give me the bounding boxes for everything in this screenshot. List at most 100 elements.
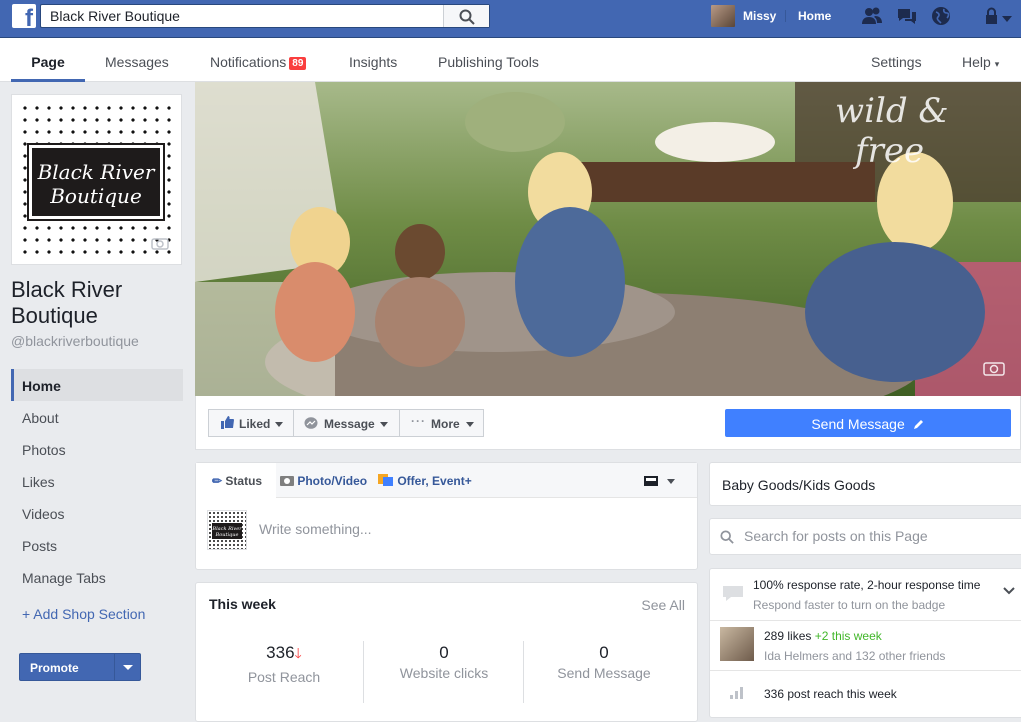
stat-value: 0 <box>439 643 449 662</box>
likes-this-week: +2 this week <box>814 629 882 643</box>
page-search-input[interactable] <box>744 528 1014 544</box>
see-all-link[interactable]: See All <box>641 597 685 613</box>
add-shop-section-link[interactable]: + Add Shop Section <box>22 606 145 622</box>
camera-icon[interactable] <box>983 360 1005 376</box>
page-nav: Page Messages Notifications 89 Insights P… <box>0 38 1021 82</box>
response-badge-hint: Respond faster to turn on the badge <box>753 598 946 612</box>
sidebar-item-photos[interactable]: Photos <box>11 433 183 465</box>
chat-bubble-icon <box>723 586 743 601</box>
menu-caret-icon[interactable] <box>998 8 1016 28</box>
liked-label: Liked <box>239 417 271 431</box>
tab-settings[interactable]: Settings <box>871 54 922 70</box>
tab-offer-event[interactable]: Offer, Event+ <box>378 474 472 488</box>
tab-notifications-label: Notifications <box>210 54 287 70</box>
chevron-down-icon[interactable] <box>1003 587 1015 595</box>
liked-button[interactable]: Liked <box>208 409 294 437</box>
globe-icon[interactable] <box>930 6 952 26</box>
send-message-button[interactable]: Send Message <box>725 409 1011 437</box>
pencil-icon: ✏ <box>212 474 223 488</box>
search-button[interactable] <box>443 5 489 27</box>
tab-insights[interactable]: Insights <box>349 54 397 70</box>
page-avatar-text: Black River Boutique <box>212 523 242 539</box>
friend-requests-icon[interactable] <box>861 6 883 26</box>
tab-notifications[interactable]: Notifications 89 <box>210 54 307 70</box>
search-icon <box>720 530 734 544</box>
tab-help[interactable]: Help ▾ <box>962 54 999 70</box>
camera-icon <box>280 476 294 486</box>
pencil-icon <box>913 420 923 429</box>
facebook-logo[interactable]: f <box>12 4 36 28</box>
down-arrow-icon: 🡓 <box>294 645 302 661</box>
thumbs-up-icon <box>221 416 234 429</box>
brand-logo: Black River Boutique <box>27 143 165 221</box>
sidebar-item-likes[interactable]: Likes <box>11 465 183 497</box>
page-avatar: Black River Boutique <box>207 510 247 550</box>
cover-photo-image: wild & free <box>195 82 1021 396</box>
caret-down-icon <box>667 479 676 484</box>
tab-status[interactable]: ✏ Status <box>212 474 262 488</box>
search-icon <box>459 9 475 25</box>
audience-selector[interactable] <box>644 474 676 492</box>
sidebar-item-posts[interactable]: Posts <box>11 529 183 561</box>
stat-send-message[interactable]: 0 Send Message <box>524 643 684 681</box>
promote-dropdown-caret[interactable] <box>114 654 140 680</box>
tab-publishing-tools[interactable]: Publishing Tools <box>438 54 539 70</box>
user-name: Missy <box>743 9 777 23</box>
messenger-icon <box>304 417 318 429</box>
this-week-card: This week See All 336🡓 Post Reach 0 Webs… <box>195 582 698 722</box>
tab-photo-video-label: Photo/Video <box>297 474 368 488</box>
sidebar-item-videos[interactable]: Videos <box>11 497 183 529</box>
composer-input[interactable]: Write something... <box>259 521 372 537</box>
page-category[interactable]: Baby Goods/Kids Goods <box>709 462 1021 506</box>
post-reach-text: 336 post reach this week <box>764 687 897 701</box>
avatar <box>711 5 735 27</box>
tab-photo-video[interactable]: Photo/Video <box>280 474 367 488</box>
page-handle[interactable]: @blackriverboutique <box>11 333 139 349</box>
tab-offer-event-label: Offer, Event+ <box>397 474 472 488</box>
svg-text:wild &: wild & <box>835 91 949 131</box>
stat-label: Website clicks <box>399 665 489 681</box>
stat-post-reach[interactable]: 336🡓 Post Reach <box>204 643 364 685</box>
stat-label: Send Message <box>557 665 651 681</box>
response-rate-text: 100% response rate, 2-hour response time <box>753 578 981 592</box>
cover-photo[interactable]: wild & free <box>195 82 1021 396</box>
search-input[interactable] <box>41 5 443 27</box>
home-link[interactable]: Home <box>798 9 831 23</box>
tab-page[interactable]: Page <box>11 38 85 82</box>
tab-messages[interactable]: Messages <box>105 54 169 70</box>
message-label: Message <box>324 417 375 431</box>
friend-avatar <box>720 627 754 661</box>
logo-line-2: Boutique <box>50 184 142 208</box>
likes-row[interactable]: 289 likes +2 this week Ida Helmers and 1… <box>710 621 1021 671</box>
stat-website-clicks[interactable]: 0 Website clicks <box>364 643 524 681</box>
sidebar-item-about[interactable]: About <box>11 401 183 433</box>
sidebar-item-manage-tabs[interactable]: Manage Tabs <box>11 561 183 593</box>
promote-button[interactable]: Promote <box>19 653 141 681</box>
search-box <box>40 4 490 28</box>
caret-down-icon <box>380 422 388 427</box>
offer-event-icon <box>378 474 393 486</box>
more-label: More <box>431 417 460 431</box>
message-button[interactable]: Message <box>293 409 400 437</box>
messages-icon[interactable] <box>896 6 918 26</box>
profile-picture[interactable]: Black River Boutique <box>11 94 182 265</box>
caret-down-icon <box>275 422 283 427</box>
page-title[interactable]: Black River Boutique <box>11 277 191 329</box>
page-search-box <box>709 518 1021 555</box>
stat-value: 0 <box>599 643 609 662</box>
stat-value: 336 <box>266 643 295 662</box>
response-rate-row[interactable]: 100% response rate, 2-hour response time… <box>710 569 1021 621</box>
promote-label: Promote <box>30 661 79 675</box>
camera-icon[interactable] <box>151 236 169 250</box>
ellipsis-icon: ··· <box>411 414 426 428</box>
reach-row[interactable]: 336 post reach this week <box>710 671 1021 717</box>
sidebar-item-home[interactable]: Home <box>11 369 183 401</box>
send-message-label: Send Message <box>811 416 905 432</box>
page-icon <box>644 476 658 486</box>
page-stats-card: 100% response rate, 2-hour response time… <box>709 568 1021 718</box>
likes-total: 289 likes <box>764 629 812 643</box>
more-button[interactable]: ··· More <box>399 409 484 437</box>
stat-label: Post Reach <box>247 669 321 685</box>
divider <box>785 10 786 22</box>
page-action-bar: Liked Message ··· More Send Message <box>195 396 1021 450</box>
